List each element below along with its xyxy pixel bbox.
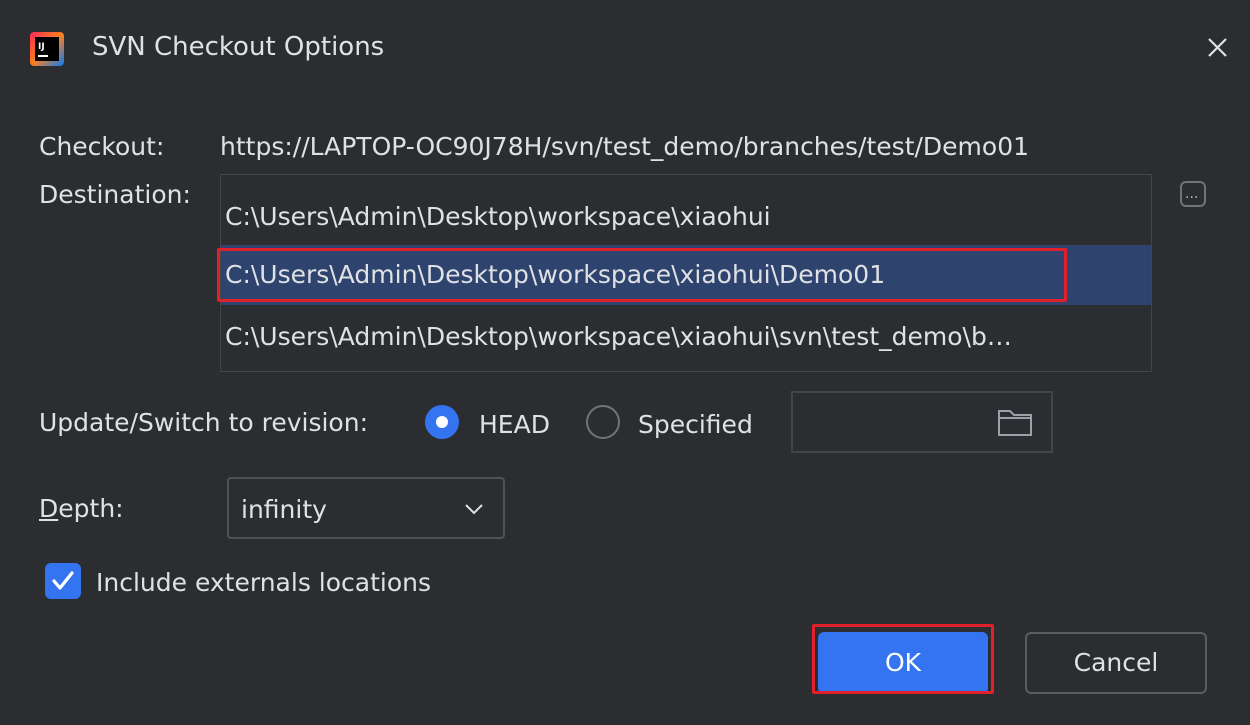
dialog-title: SVN Checkout Options (92, 32, 385, 62)
head-radio[interactable] (425, 405, 459, 439)
chevron-down-icon (465, 504, 483, 515)
svg-text:IJ: IJ (38, 42, 45, 52)
checkout-url: https://LAPTOP-OC90J78H/svn/test_demo/br… (220, 132, 1030, 161)
depth-label-rest: epth: (58, 494, 124, 523)
depth-value: infinity (241, 495, 327, 524)
ellipsis-icon: ... (1185, 186, 1199, 202)
destination-option[interactable]: C:\Users\Admin\Desktop\workspace\xiaohui… (221, 307, 1151, 367)
destination-option-selected[interactable]: C:\Users\Admin\Desktop\workspace\xiaohui… (221, 245, 1151, 305)
depth-label-mnemonic: D (39, 494, 59, 523)
destination-browse-button[interactable]: ... (1180, 181, 1206, 207)
folder-icon[interactable] (997, 407, 1033, 437)
depth-label: Depth: (39, 494, 124, 523)
ok-button[interactable]: OK (818, 632, 988, 694)
checkout-label: Checkout: (39, 132, 165, 161)
revision-input[interactable] (791, 391, 1053, 453)
destination-list[interactable]: C:\Users\Admin\Desktop\workspace\xiaohui… (220, 174, 1152, 372)
close-button[interactable] (1200, 30, 1234, 64)
destination-label: Destination: (39, 180, 191, 209)
specified-radio[interactable] (586, 405, 620, 439)
depth-dropdown[interactable]: infinity (227, 477, 505, 539)
include-externals-checkbox[interactable] (45, 563, 81, 599)
checkmark-icon (52, 571, 74, 590)
intellij-idea-icon: IJ (30, 32, 64, 66)
cancel-button[interactable]: Cancel (1025, 632, 1207, 694)
close-icon (1208, 38, 1227, 57)
include-externals-label[interactable]: Include externals locations (96, 568, 431, 597)
specified-radio-label[interactable]: Specified (638, 410, 753, 439)
revision-label: Update/Switch to revision: (39, 408, 368, 437)
destination-option[interactable]: C:\Users\Admin\Desktop\workspace\xiaohui (221, 187, 1151, 247)
head-radio-label[interactable]: HEAD (479, 410, 550, 439)
